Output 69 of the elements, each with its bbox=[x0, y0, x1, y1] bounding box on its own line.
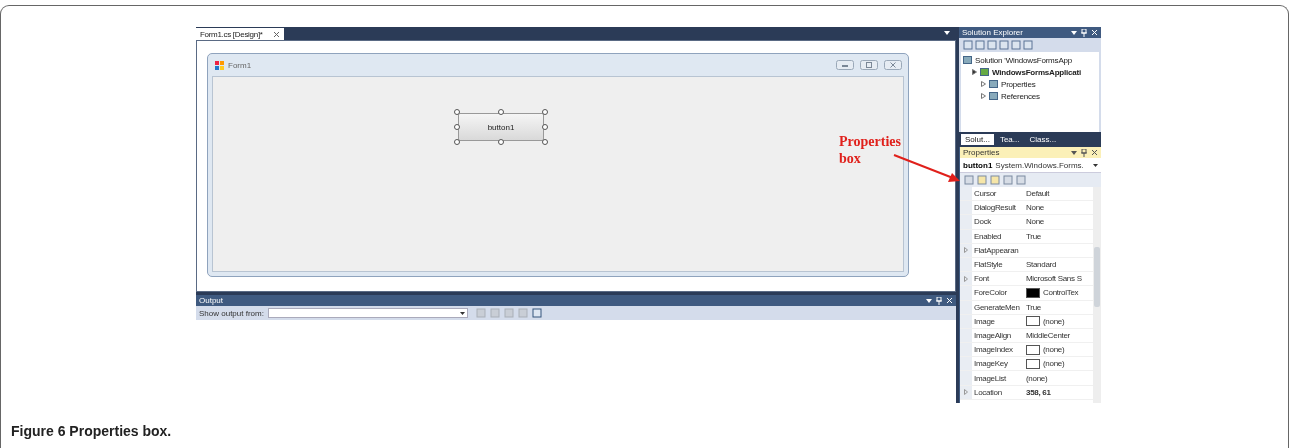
property-value[interactable]: Microsoft Sans S bbox=[1026, 274, 1082, 284]
resize-handle[interactable] bbox=[498, 139, 504, 145]
property-name: ImageKey bbox=[973, 359, 1009, 369]
close-icon[interactable] bbox=[272, 30, 280, 38]
close-icon[interactable] bbox=[884, 60, 902, 70]
panel-tab[interactable]: Solut... bbox=[961, 134, 994, 145]
dropdown-icon[interactable] bbox=[1071, 150, 1077, 155]
maximize-icon[interactable] bbox=[860, 60, 878, 70]
form-icon bbox=[215, 60, 224, 70]
property-name: Image bbox=[973, 316, 996, 326]
property-value[interactable]: True bbox=[1026, 231, 1041, 241]
panel-tab[interactable]: Class... bbox=[1025, 134, 1061, 145]
form-button[interactable]: button1 bbox=[458, 113, 544, 141]
property-value[interactable]: (none) bbox=[1043, 316, 1065, 326]
resize-handle[interactable] bbox=[498, 109, 504, 115]
dropdown-icon[interactable] bbox=[944, 31, 950, 35]
property-value[interactable]: True bbox=[1026, 302, 1041, 312]
dropdown-icon[interactable] bbox=[926, 298, 932, 303]
annotation-label: Properties box bbox=[839, 133, 902, 167]
form-title: Form1 bbox=[228, 60, 252, 70]
tree-item[interactable]: Solution 'WindowsFormsApp bbox=[975, 55, 1072, 65]
figure-caption: Figure 6 Properties box. bbox=[11, 423, 173, 439]
document-tab[interactable]: Form1.cs [Design]* bbox=[196, 28, 284, 40]
property-value[interactable]: Standard bbox=[1026, 260, 1057, 270]
caret-icon[interactable] bbox=[459, 311, 465, 315]
panel-title: Solution Explorer bbox=[962, 28, 1023, 37]
scrollbar[interactable] bbox=[1093, 187, 1101, 403]
property-value[interactable]: (none) bbox=[1043, 359, 1065, 369]
panel-tab[interactable]: Tea... bbox=[995, 134, 1024, 145]
property-name: FlatStyle bbox=[973, 260, 1004, 270]
show-output-label: Show output from: bbox=[199, 308, 264, 318]
caret-icon[interactable] bbox=[1093, 163, 1098, 167]
property-name: ImageAlign bbox=[973, 330, 1013, 340]
property-value[interactable]: (none) bbox=[1026, 373, 1048, 383]
minimize-icon[interactable] bbox=[836, 60, 854, 70]
property-name: ImageList bbox=[973, 373, 1007, 383]
tree-item[interactable]: References bbox=[1001, 91, 1040, 101]
property-value[interactable]: (none) bbox=[1043, 345, 1065, 355]
toolbar-icon[interactable] bbox=[531, 308, 542, 318]
property-value[interactable]: 358, 61 bbox=[1026, 387, 1051, 397]
panel-title: Output bbox=[199, 296, 223, 305]
property-name: FlatAppearan bbox=[973, 245, 1020, 255]
resize-handle[interactable] bbox=[542, 139, 548, 145]
property-name: Font bbox=[973, 274, 990, 284]
property-name: DialogResult bbox=[973, 203, 1017, 213]
annotation-arrow bbox=[893, 153, 961, 183]
dropdown-icon[interactable] bbox=[1071, 30, 1077, 35]
property-name: Enabled bbox=[973, 231, 1003, 241]
resize-handle[interactable] bbox=[454, 124, 460, 130]
property-name: ImageIndex bbox=[973, 345, 1014, 355]
panel-title: Properties bbox=[963, 148, 1000, 157]
property-name: Cursor bbox=[973, 189, 998, 199]
resize-handle[interactable] bbox=[454, 139, 460, 145]
resize-handle[interactable] bbox=[454, 109, 460, 115]
property-name: Dock bbox=[973, 217, 993, 227]
property-value[interactable]: None bbox=[1026, 217, 1044, 227]
tree-item[interactable]: Properties bbox=[1001, 79, 1036, 89]
property-value[interactable]: ControlTex bbox=[1043, 288, 1079, 298]
resize-handle[interactable] bbox=[542, 109, 548, 115]
resize-handle[interactable] bbox=[542, 124, 548, 130]
tree-item[interactable]: WindowsFormsApplicati bbox=[992, 67, 1082, 77]
property-name: ForeColor bbox=[973, 288, 1008, 298]
property-value[interactable]: MiddleCenter bbox=[1026, 330, 1070, 340]
pin-icon[interactable] bbox=[1081, 148, 1087, 157]
property-value[interactable]: Default bbox=[1026, 189, 1050, 199]
close-icon[interactable] bbox=[1091, 149, 1098, 156]
property-value[interactable]: None bbox=[1026, 203, 1044, 213]
property-name: GenerateMen bbox=[973, 302, 1021, 312]
property-name: Location bbox=[973, 387, 1003, 397]
